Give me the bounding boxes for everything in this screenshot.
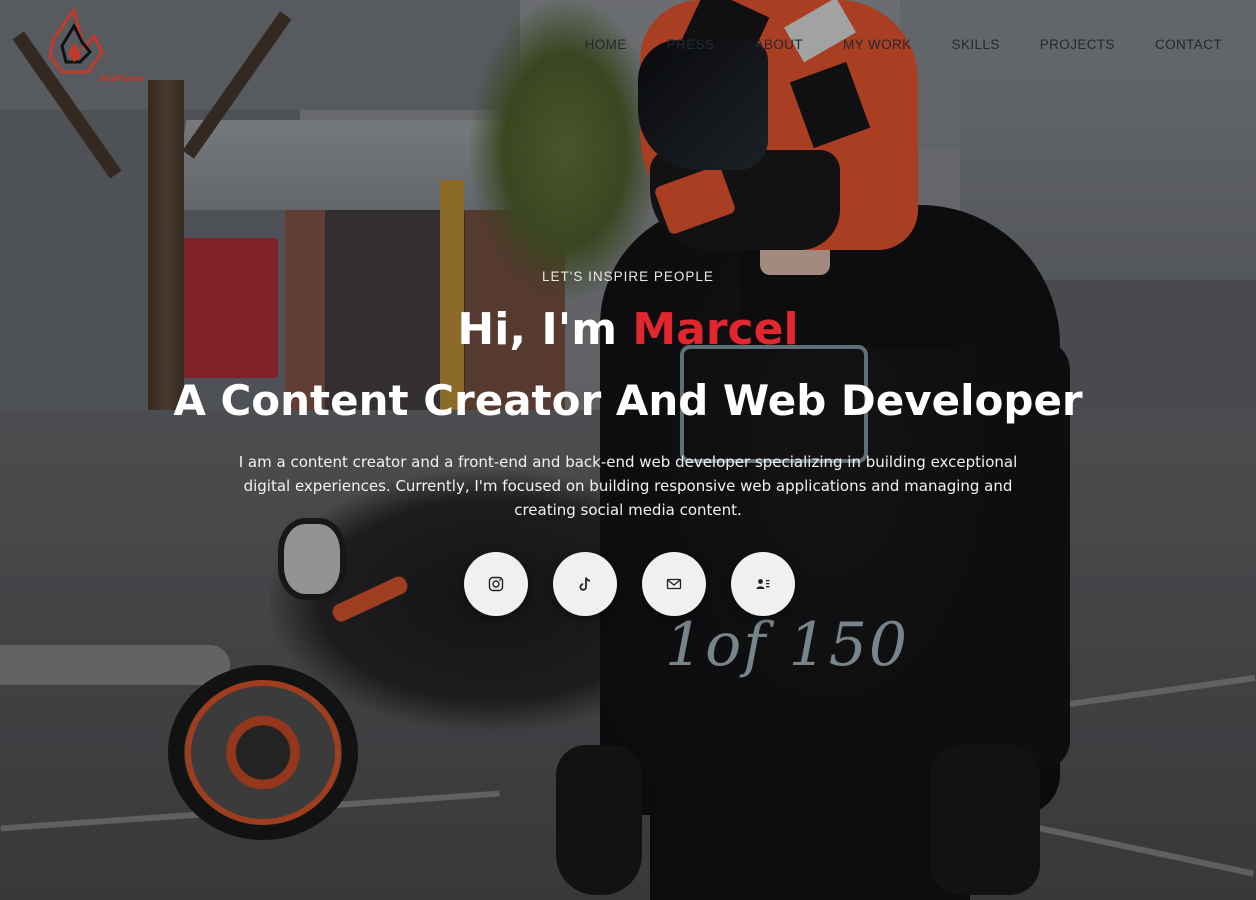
email-button[interactable] — [642, 552, 706, 616]
nav-item-my-work[interactable]: MY WORK — [843, 37, 912, 52]
nav-item-press[interactable]: PRESS — [667, 37, 715, 52]
tiktok-icon — [579, 577, 591, 591]
greeting-text: Hi, I'm — [457, 304, 633, 355]
hero-name: Marcel — [632, 304, 799, 355]
nav-item-about[interactable]: ABOUT — [754, 37, 803, 52]
nav-item-skills[interactable]: SKILLS — [952, 37, 1000, 52]
mail-icon — [666, 578, 682, 590]
logo-wordmark: RedFlame — [100, 74, 145, 83]
hero-eyebrow: LET'S INSPIRE PEOPLE — [542, 269, 714, 284]
instagram-button[interactable] — [464, 552, 528, 616]
hero-role-title: A Content Creator And Web Developer — [173, 376, 1083, 425]
tiktok-button[interactable] — [553, 552, 617, 616]
nav-item-contact[interactable]: CONTACT — [1155, 37, 1222, 52]
nav-item-home[interactable]: HOME — [585, 37, 627, 52]
main-navigation: HOME PRESS ABOUT MY WORK SKILLS PROJECTS… — [585, 34, 1256, 54]
instagram-icon — [488, 576, 504, 592]
contact-card-icon — [756, 579, 770, 589]
flame-logo-icon — [48, 6, 104, 74]
hero-bio: I am a content creator and a front-end a… — [238, 453, 1018, 519]
site-logo[interactable]: RedFlame — [44, 6, 144, 83]
nav-item-projects[interactable]: PROJECTS — [1040, 37, 1115, 52]
hero-greeting: Hi, I'm Marcel — [0, 304, 1256, 355]
contact-card-button[interactable] — [731, 552, 795, 616]
social-links — [464, 552, 795, 616]
